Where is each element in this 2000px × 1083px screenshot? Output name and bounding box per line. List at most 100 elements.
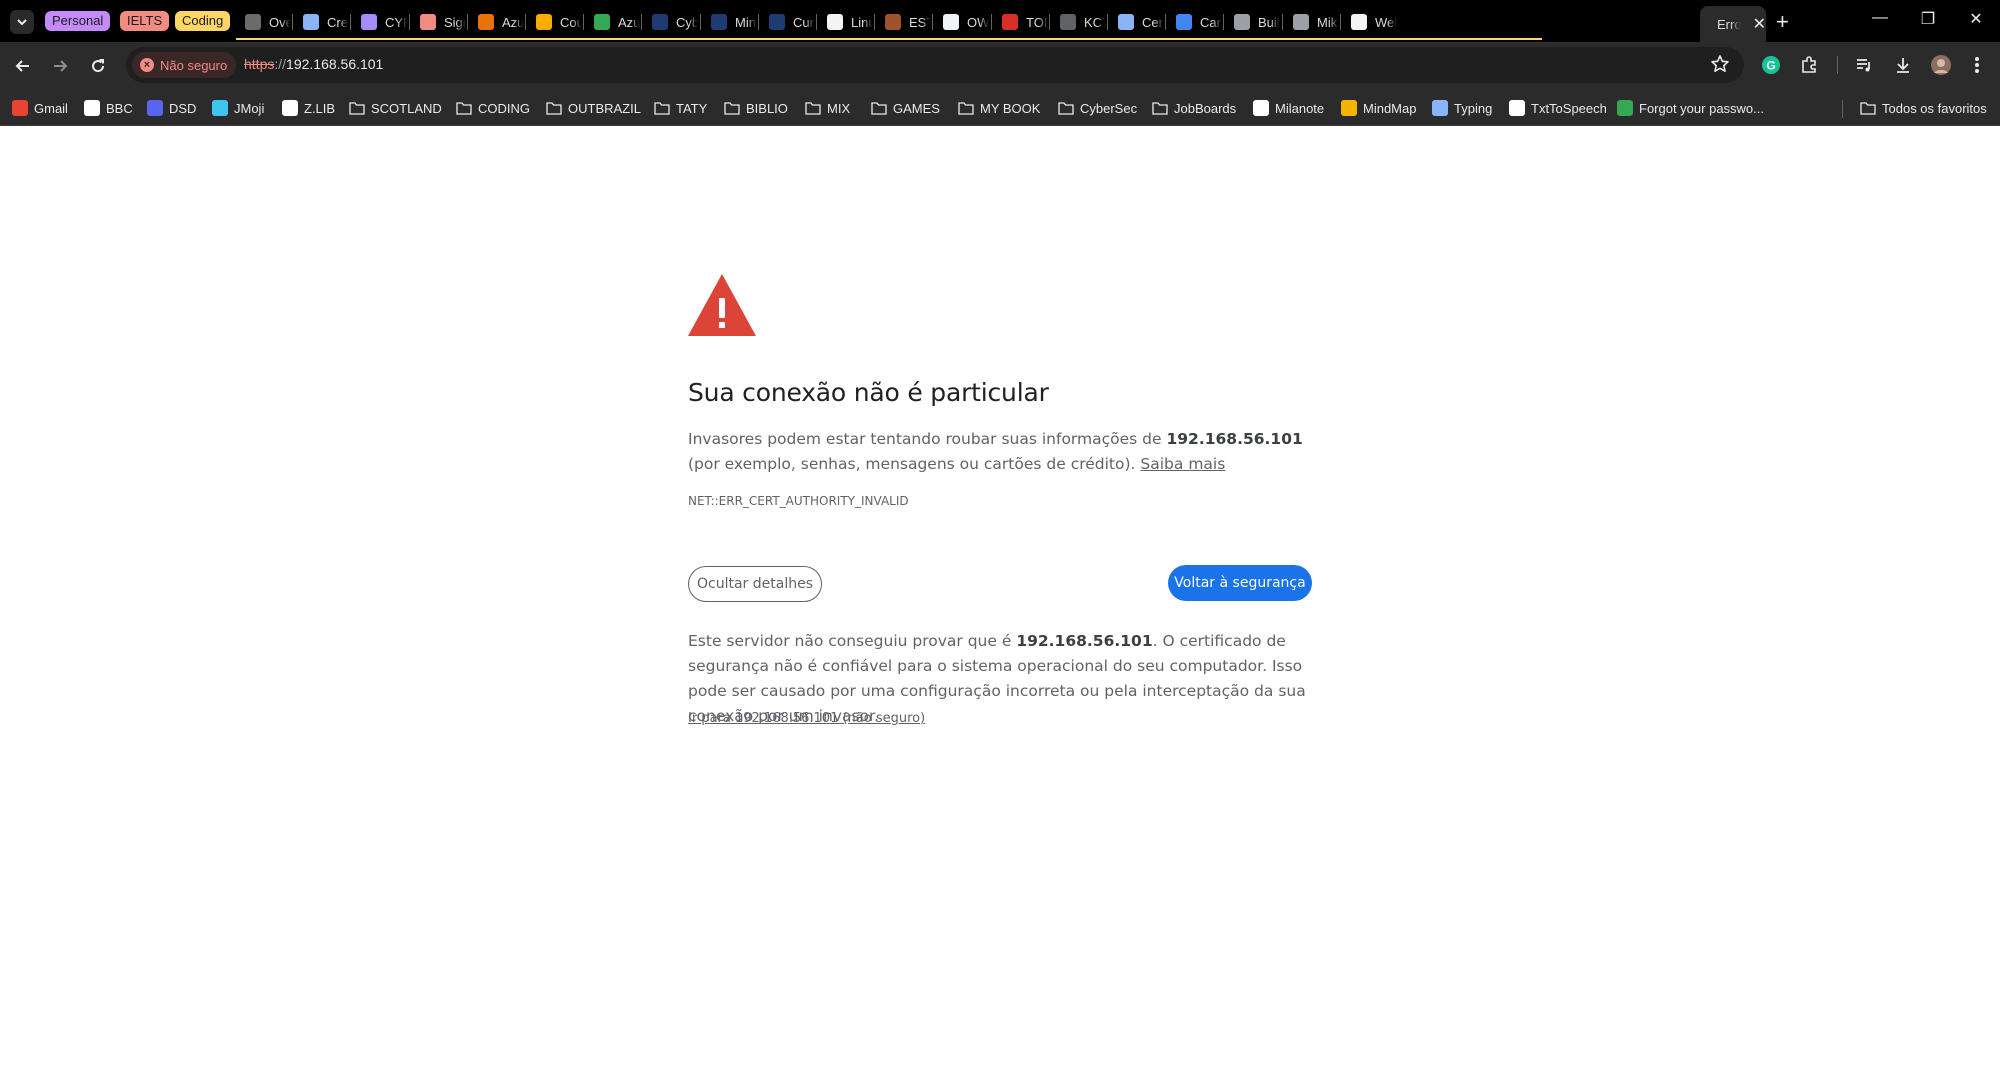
bookmark-item[interactable]: TATY — [654, 98, 707, 118]
not-secure-icon: × — [140, 58, 154, 72]
proceed-unsafe-link[interactable]: Ir para 192.168.56.101 (não seguro) — [688, 711, 925, 726]
folder-icon — [724, 100, 740, 116]
bookmark-item[interactable]: Forgot your passwo... — [1617, 98, 1764, 118]
window-close-icon[interactable]: ✕ — [1966, 9, 1986, 29]
tab[interactable]: CYB — [352, 6, 408, 38]
bookmark-item[interactable]: MindMap — [1341, 98, 1416, 118]
tab-separator — [700, 14, 701, 30]
bookmark-star-icon[interactable] — [1710, 54, 1730, 79]
all-bookmarks-folder[interactable]: Todos os favoritos — [1860, 98, 1987, 118]
bookmark-item[interactable]: MY BOOK — [958, 98, 1040, 118]
minimize-icon[interactable]: — — [1870, 9, 1890, 27]
zlib-icon — [282, 100, 298, 116]
tab-title: Mik — [1317, 14, 1338, 30]
tab-separator — [758, 14, 759, 30]
bookmark-item[interactable]: OUTBRAZIL — [546, 98, 641, 118]
tab-title: Azur — [618, 14, 640, 30]
forward-button[interactable] — [48, 54, 72, 78]
tab[interactable]: KC7 — [1051, 6, 1107, 38]
bookmark-item[interactable]: BIBLIO — [724, 98, 788, 118]
tab[interactable]: Web — [1342, 6, 1398, 38]
tab-separator — [1165, 14, 1166, 30]
bookmark-item[interactable]: JobBoards — [1152, 98, 1236, 118]
url-host: 192.168.56.101 — [286, 56, 384, 72]
reload-button[interactable] — [86, 54, 110, 78]
url-separator: :// — [274, 56, 287, 72]
bookmark-label: BIBLIO — [746, 100, 788, 116]
folder-icon — [654, 100, 670, 116]
bookmark-item[interactable]: Typing — [1432, 98, 1492, 118]
download-icon[interactable] — [1892, 54, 1914, 76]
security-chip[interactable]: × Não seguro — [132, 52, 237, 78]
restore-icon[interactable]: ❐ — [1918, 9, 1938, 29]
bookmark-item[interactable]: Z.LIB — [282, 98, 335, 118]
address-bar[interactable]: × Não seguro https://192.168.56.101 — [126, 47, 1744, 83]
error-page: Sua conexão não é particular Invasores p… — [0, 126, 2000, 1083]
tab[interactable]: Linu — [818, 6, 874, 38]
menu-kebab-icon[interactable] — [1966, 54, 1988, 76]
tab[interactable]: Build — [1225, 6, 1281, 38]
profile-avatar[interactable] — [1930, 54, 1952, 76]
url-text[interactable]: https://192.168.56.101 — [244, 56, 383, 72]
tab[interactable]: Curs — [760, 6, 816, 38]
back-button[interactable] — [11, 54, 35, 78]
tab-title: Build — [1258, 14, 1280, 30]
learn-more-link[interactable]: Saiba mais — [1140, 455, 1225, 473]
discord-icon — [361, 14, 377, 30]
bookmarks-divider — [1842, 100, 1843, 118]
grammarly-icon[interactable]: G — [1760, 54, 1782, 76]
tab-search-button[interactable] — [10, 10, 34, 34]
tab-title: Sign — [444, 14, 466, 30]
bookmark-item[interactable]: Gmail — [12, 98, 68, 118]
hide-details-button[interactable]: Ocultar detalhes — [688, 566, 822, 602]
tab-title: OW — [967, 14, 989, 30]
bookmark-item[interactable]: JMoji — [212, 98, 264, 118]
tab-group-personal[interactable]: Personal — [45, 11, 111, 31]
tab[interactable]: Azur — [585, 6, 641, 38]
tab[interactable]: OW — [934, 6, 990, 38]
tab-group-ielts[interactable]: IELTS — [120, 11, 170, 31]
tab[interactable]: Cert — [1109, 6, 1165, 38]
bookmark-item[interactable]: SCOTLAND — [349, 98, 442, 118]
tab[interactable]: Crea — [294, 6, 350, 38]
tab[interactable]: Ove — [236, 6, 292, 38]
tab[interactable]: ESTU — [876, 6, 932, 38]
typing-icon — [1432, 100, 1448, 116]
bookmark-label: MindMap — [1363, 100, 1417, 116]
tab[interactable]: Cybe — [643, 6, 699, 38]
bookmark-label: MIX — [827, 100, 851, 116]
tab-title: Web — [1375, 14, 1397, 30]
tab[interactable]: Azur — [469, 6, 525, 38]
tab[interactable]: Cart — [1167, 6, 1223, 38]
bookmark-item[interactable]: GAMES — [871, 98, 940, 118]
bookmark-label: TATY — [676, 100, 708, 116]
bookmark-item[interactable]: CODING — [456, 98, 530, 118]
bookmark-item[interactable]: DSD — [147, 98, 196, 118]
bookmark-item[interactable]: Milanote — [1253, 98, 1324, 118]
tab[interactable]: Sign — [411, 6, 467, 38]
a-icon — [711, 14, 727, 30]
tab-group-coding[interactable]: Coding — [175, 11, 231, 31]
media-queue-icon[interactable] — [1853, 54, 1875, 76]
chevron-down-icon — [17, 19, 27, 26]
tab[interactable]: TOD — [993, 6, 1049, 38]
new-tab-button[interactable]: + — [1776, 9, 1789, 35]
tab[interactable]: Mini — [702, 6, 758, 38]
back-to-safety-button[interactable]: Voltar à segurança — [1168, 565, 1312, 601]
bookmark-item[interactable]: CyberSec — [1058, 98, 1137, 118]
bookmark-item[interactable]: BBC — [84, 98, 133, 118]
extensions-puzzle-icon[interactable] — [1798, 54, 1820, 76]
bookmark-label: JMoji — [234, 100, 265, 116]
bookmark-item[interactable]: MIX — [805, 98, 850, 118]
close-tab-icon[interactable]: ✕ — [1753, 14, 1766, 34]
tab[interactable]: Cou — [527, 6, 583, 38]
tab-active[interactable]: Erro ✕ — [1700, 6, 1766, 42]
folder-icon — [1152, 100, 1168, 116]
bookmark-label: Milanote — [1275, 100, 1325, 116]
tab-title: Mini — [735, 14, 757, 30]
page-title: Sua conexão não é particular — [688, 378, 1049, 407]
cert-icon — [1118, 14, 1134, 30]
tab[interactable]: Mik — [1284, 6, 1340, 38]
bookmark-label: CODING — [478, 100, 530, 116]
bookmark-item[interactable]: TxtToSpeech — [1509, 98, 1607, 118]
